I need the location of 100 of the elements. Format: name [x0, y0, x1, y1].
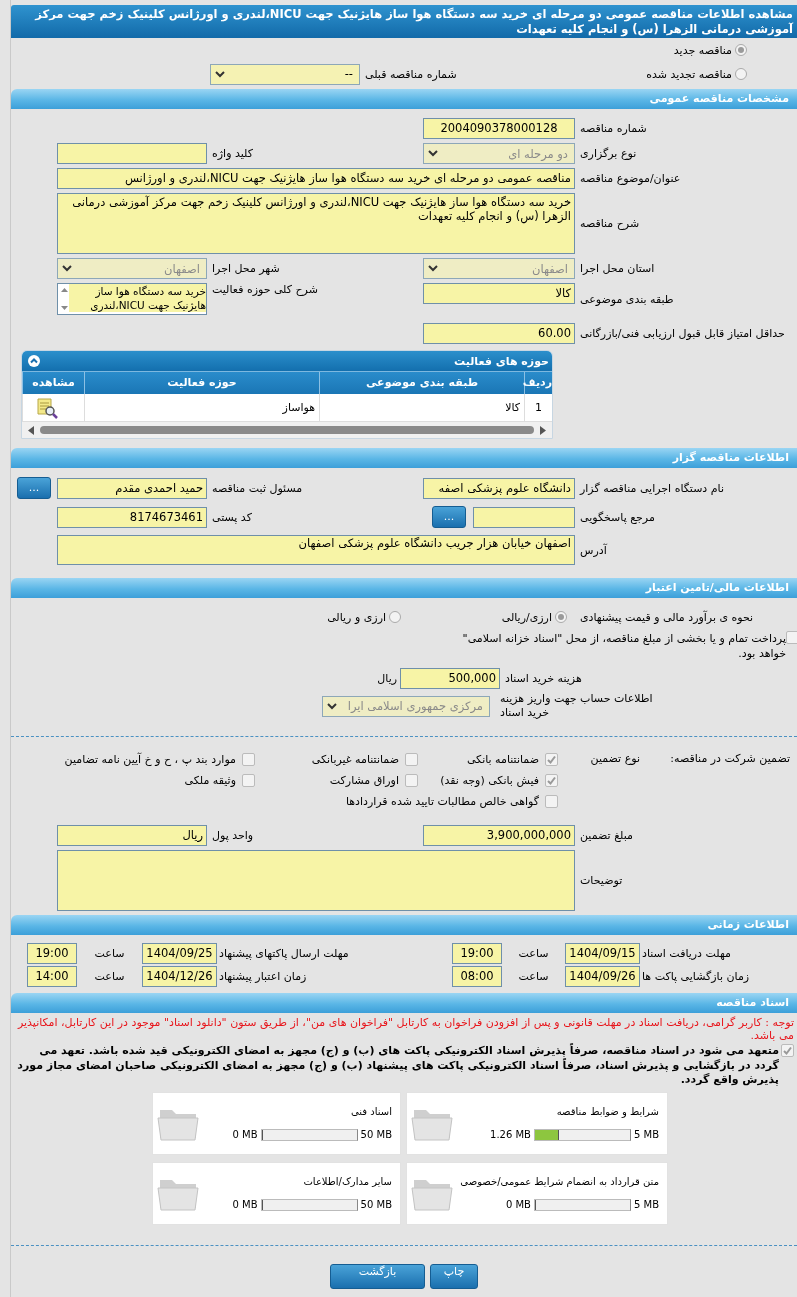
text-field[interactable]: دانشگاه علوم پزشکی اصفه — [423, 477, 575, 499]
option-label: مناقصه جدید — [673, 43, 732, 57]
time-field[interactable]: 19:00 — [27, 943, 77, 964]
field-label: تضمین شرکت در مناقصه: — [669, 751, 791, 767]
text-area[interactable]: اصفهان خیابان هزار جریب دانشگاه علوم پزشکی اصفهان — [57, 535, 575, 565]
scroll-thumb[interactable] — [40, 426, 534, 434]
checkbox[interactable] — [781, 1044, 794, 1057]
size-limit: 5 MB — [633, 1129, 659, 1140]
field-label: آدرس — [579, 543, 608, 557]
browse-button[interactable]: ... — [432, 506, 466, 528]
table-cell: هواساز — [84, 394, 319, 421]
radio-button[interactable] — [735, 44, 747, 56]
section-title: اطلاعات مناقصه گزار — [672, 451, 789, 464]
checkbox-label: فیش بانکی (وجه نقد) — [440, 774, 539, 787]
field-label: شماره مناقصه — [579, 122, 648, 135]
radio-button[interactable] — [735, 68, 747, 80]
collapse-icon[interactable] — [28, 355, 40, 367]
option-label: ارزی و ریالی — [327, 610, 386, 624]
field-label: عنوان/موضوع مناقصه — [579, 172, 682, 185]
checkbox[interactable] — [545, 753, 558, 766]
document-search-icon[interactable] — [35, 395, 59, 420]
checkbox[interactable] — [545, 774, 558, 787]
checkbox[interactable] — [405, 774, 418, 787]
date-field[interactable]: 1404/12/26 — [142, 966, 217, 987]
radio-button[interactable] — [389, 611, 401, 623]
text-field[interactable]: 8174673461 — [57, 506, 207, 528]
field-label: ساعت — [517, 970, 550, 983]
dropdown[interactable]: -- — [210, 63, 360, 85]
document-title: اسناد فنی — [350, 1105, 392, 1117]
form-button[interactable]: بازگشت — [330, 1263, 425, 1289]
notice-text: توجه : کاربر گرامی، دریافت اسناد در مهلت قانونی و پس از افزودن فراخوان به کارتابل "فراخوان های من"، از طریق ستون "دانلود اسناد" موجود در این کارتابل، امکانپذیر می باشد. — [16, 1016, 795, 1042]
field-label: نوع برگزاری — [579, 147, 638, 160]
text-field[interactable]: 3,900,000,000 — [423, 825, 575, 846]
checkbox-label: گواهی خالص مطالبات تایید شده قراردادها — [345, 795, 539, 808]
text-field[interactable]: ریال — [57, 825, 207, 846]
field-label: شرح مناقصه — [579, 217, 641, 230]
column-header[interactable]: مشاهده — [22, 372, 84, 394]
arrow-right-icon[interactable] — [540, 425, 546, 435]
field-label: هزینه خرید اسناد — [504, 672, 583, 685]
text-field[interactable] — [473, 506, 575, 528]
text-field[interactable]: مناقصه عمومی دو مرحله ای خرید سه دستگاه هوا ساز هایژنیک جهت NICU،لندری و اورژانس — [57, 168, 575, 189]
checkbox-label: پرداخت تمام و یا بخشی از مبلغ مناقصه، از محل "اسناد خزانه اسلامی" خواهد بود. — [461, 631, 786, 661]
option-label: ارزی/ریالی — [501, 610, 552, 624]
size-limit: 50 MB — [360, 1129, 392, 1140]
chevron-down-icon — [428, 265, 438, 272]
field-label: ساعت — [93, 947, 126, 960]
field-label: زمان بازگشایی پاکت ها — [641, 970, 751, 983]
text-field[interactable]: 2004090378000128 — [423, 118, 575, 139]
column-header[interactable]: ردیف — [524, 372, 552, 394]
time-field[interactable]: 19:00 — [452, 943, 502, 964]
list-box[interactable]: خرید سه دستگاه هوا ساز هایژنیک جهت NICU،لندری — [57, 283, 207, 315]
browse-button[interactable]: ... — [17, 477, 51, 499]
field-label: توضیحات — [579, 874, 624, 887]
field-label: حداقل امتیاز قابل قبول ارزیابی فنی/بازرگانی — [579, 327, 786, 340]
document-title: سایر مدارک/اطلاعات — [302, 1175, 392, 1187]
checkbox[interactable] — [405, 753, 418, 766]
text-field[interactable]: حمید احمدی مقدم — [57, 477, 207, 499]
field-label: نحوه ی برآورد مالی و قیمت پیشنهادی — [579, 610, 755, 624]
field-label: مبلغ تضمین — [579, 829, 634, 842]
field-label: مهلت ارسال پاکتهای پیشنهاد — [218, 947, 350, 960]
text-field[interactable]: 500,000 — [400, 668, 500, 689]
field-label: نوع تضمین — [589, 751, 641, 767]
text-area[interactable] — [57, 850, 575, 911]
time-field[interactable]: 14:00 — [27, 966, 77, 987]
field-label: نام دستگاه اجرایی مناقصه گزار — [578, 481, 725, 495]
table-cell: کالا — [319, 394, 524, 421]
option-label: مناقصه تجدید شده — [646, 67, 732, 81]
chevron-down-icon — [215, 70, 225, 78]
checkbox[interactable] — [242, 774, 255, 787]
horizontal-scrollbar[interactable] — [22, 422, 552, 438]
unit-label: ریال — [376, 672, 398, 685]
text-field[interactable] — [57, 143, 207, 164]
date-field[interactable]: 1404/09/25 — [142, 943, 217, 964]
column-header[interactable]: طبقه بندی موضوعی — [319, 372, 524, 394]
field-label: کد پستی — [211, 510, 253, 524]
checkbox-label: وثیقه ملکی — [184, 774, 236, 787]
section-title: اسناد مناقصه — [716, 996, 789, 1009]
arrow-left-icon[interactable] — [28, 425, 34, 435]
checkbox-label: اوراق مشارکت — [329, 774, 399, 787]
radio-button[interactable] — [555, 611, 567, 623]
size-used: 0 MB — [232, 1129, 258, 1140]
checkbox[interactable] — [242, 753, 255, 766]
text-field[interactable]: 60.00 — [423, 323, 575, 344]
checkbox[interactable] — [786, 631, 797, 644]
chevron-down-icon — [62, 265, 72, 272]
checkbox[interactable] — [545, 795, 558, 808]
field-label: استان محل اجرا — [579, 262, 656, 275]
date-field[interactable]: 1404/09/26 — [565, 966, 640, 987]
chevron-down-icon — [428, 150, 438, 157]
checkbox-label: ضمانتنامه غیربانکی — [311, 753, 399, 766]
column-header[interactable]: حوزه فعالیت — [84, 372, 319, 394]
time-field[interactable]: 08:00 — [452, 966, 502, 987]
text-field[interactable]: کالا — [423, 283, 575, 304]
size-limit: 5 MB — [633, 1199, 659, 1210]
pledge-text: متعهد می شود در اسناد مناقصه، صرفاً پذیرش اسناد الکترونیکی پاکت های (ب) و (ج) مجهز به امضای الکترونیکی قید شده باشد. تعهد می گردد در بازگشایی و پذیرش اسناد، صرفاً اسناد الکترونیکی پاکت های پیشنهاد (ب) و (ج) مجهز به امضای الکترونیکی صاحبان امضای مجاز مورد پذیرش واقع گردد. — [16, 1044, 779, 1088]
scroll-arrows-icon — [60, 285, 69, 313]
text-area[interactable]: خرید سه دستگاه هوا ساز هایژنیک جهت NICU،لندری و اورژانس کلینیک زخم جهت مرکز آموزشی درمانی الزهرا (س) و انجام کلیه تعهدات — [57, 193, 575, 254]
size-used: 0 MB — [505, 1199, 531, 1210]
date-field[interactable]: 1404/09/15 — [565, 943, 640, 964]
field-label: شماره مناقصه قبلی — [364, 67, 458, 81]
